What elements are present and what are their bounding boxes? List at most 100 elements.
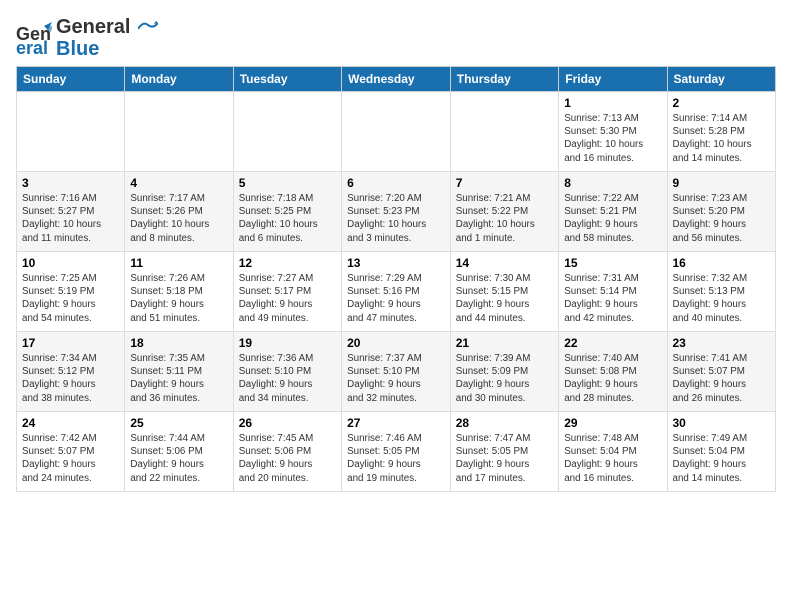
calendar-cell: 18 Sunrise: 7:35 AM Sunset: 5:11 PM Dayli…: [125, 332, 233, 412]
day-info: Sunrise: 7:39 AM Sunset: 5:09 PM Dayligh…: [456, 352, 553, 405]
day-info: Sunrise: 7:20 AM Sunset: 5:23 PM Dayligh…: [347, 192, 445, 245]
day-number: 21: [456, 336, 553, 350]
calendar-cell: 30Sunrise: 7:49 AM Sunset: 5:04 PM Dayli…: [667, 412, 776, 492]
col-header-wednesday: Wednesday: [342, 67, 451, 92]
calendar-week-1: 1 Sunrise: 7:13 AM Sunset: 5:30 PM Daylig…: [17, 92, 776, 172]
day-info: Sunrise: 7:47 AM Sunset: 5:05 PM Dayligh…: [456, 432, 553, 485]
calendar-cell: 4Sunrise: 7:17 AM Sunset: 5:26 PM Daylig…: [125, 172, 233, 252]
day-info: Sunrise: 7:40 AM Sunset: 5:08 PM Dayligh…: [564, 352, 661, 405]
day-number: 26: [239, 416, 336, 430]
col-header-tuesday: Tuesday: [233, 67, 341, 92]
calendar-week-4: 17 Sunrise: 7:34 AM Sunset: 5:12 PM Dayli…: [17, 332, 776, 412]
day-info: Sunrise: 7:23 AM Sunset: 5:20 PM Dayligh…: [673, 192, 771, 245]
day-number: 25: [130, 416, 227, 430]
calendar-cell: 9 Sunrise: 7:23 AM Sunset: 5:20 PM Daylig…: [667, 172, 776, 252]
day-number: 1: [564, 96, 661, 110]
calendar-cell: 7 Sunrise: 7:21 AM Sunset: 5:22 PM Daylig…: [450, 172, 558, 252]
day-number: 9: [673, 176, 771, 190]
logo-blue: Blue: [56, 38, 158, 60]
calendar-header-row: SundayMondayTuesdayWednesdayThursdayFrid…: [17, 67, 776, 92]
day-number: 27: [347, 416, 445, 430]
day-info: Sunrise: 7:48 AM Sunset: 5:04 PM Dayligh…: [564, 432, 661, 485]
calendar-cell: 13 Sunrise: 7:29 AM Sunset: 5:16 PM Dayli…: [342, 252, 451, 332]
day-number: 20: [347, 336, 445, 350]
calendar-cell: 23 Sunrise: 7:41 AM Sunset: 5:07 PM Dayli…: [667, 332, 776, 412]
col-header-monday: Monday: [125, 67, 233, 92]
day-number: 29: [564, 416, 661, 430]
calendar-cell: 17 Sunrise: 7:34 AM Sunset: 5:12 PM Dayli…: [17, 332, 125, 412]
day-info: Sunrise: 7:34 AM Sunset: 5:12 PM Dayligh…: [22, 352, 119, 405]
calendar-body: 1 Sunrise: 7:13 AM Sunset: 5:30 PM Daylig…: [17, 92, 776, 492]
logo-general: General: [56, 16, 158, 38]
day-number: 12: [239, 256, 336, 270]
day-info: Sunrise: 7:30 AM Sunset: 5:15 PM Dayligh…: [456, 272, 553, 325]
day-info: Sunrise: 7:29 AM Sunset: 5:16 PM Dayligh…: [347, 272, 445, 325]
day-info: Sunrise: 7:13 AM Sunset: 5:30 PM Dayligh…: [564, 112, 661, 165]
day-number: 6: [347, 176, 445, 190]
day-number: 10: [22, 256, 119, 270]
day-number: 11: [130, 256, 227, 270]
calendar-cell: 8Sunrise: 7:22 AM Sunset: 5:21 PM Daylig…: [559, 172, 667, 252]
calendar-cell: 15Sunrise: 7:31 AM Sunset: 5:14 PM Dayli…: [559, 252, 667, 332]
calendar-cell: 5Sunrise: 7:18 AM Sunset: 5:25 PM Daylig…: [233, 172, 341, 252]
day-number: 7: [456, 176, 553, 190]
calendar-cell: 27 Sunrise: 7:46 AM Sunset: 5:05 PM Dayli…: [342, 412, 451, 492]
calendar-week-2: 3 Sunrise: 7:16 AM Sunset: 5:27 PM Daylig…: [17, 172, 776, 252]
day-info: Sunrise: 7:46 AM Sunset: 5:05 PM Dayligh…: [347, 432, 445, 485]
calendar-cell: 6 Sunrise: 7:20 AM Sunset: 5:23 PM Daylig…: [342, 172, 451, 252]
day-info: Sunrise: 7:36 AM Sunset: 5:10 PM Dayligh…: [239, 352, 336, 405]
day-number: 13: [347, 256, 445, 270]
logo: Gen eral General Blue: [16, 16, 158, 60]
calendar-cell: 12 Sunrise: 7:27 AM Sunset: 5:17 PM Dayli…: [233, 252, 341, 332]
calendar-cell: 24 Sunrise: 7:42 AM Sunset: 5:07 PM Dayli…: [17, 412, 125, 492]
day-info: Sunrise: 7:25 AM Sunset: 5:19 PM Dayligh…: [22, 272, 119, 325]
col-header-sunday: Sunday: [17, 67, 125, 92]
day-info: Sunrise: 7:16 AM Sunset: 5:27 PM Dayligh…: [22, 192, 119, 245]
calendar-cell: 10 Sunrise: 7:25 AM Sunset: 5:19 PM Dayli…: [17, 252, 125, 332]
day-number: 17: [22, 336, 119, 350]
day-info: Sunrise: 7:14 AM Sunset: 5:28 PM Dayligh…: [673, 112, 771, 165]
day-info: Sunrise: 7:35 AM Sunset: 5:11 PM Dayligh…: [130, 352, 227, 405]
day-info: Sunrise: 7:41 AM Sunset: 5:07 PM Dayligh…: [673, 352, 771, 405]
calendar-cell: 2 Sunrise: 7:14 AM Sunset: 5:28 PM Daylig…: [667, 92, 776, 172]
day-number: 2: [673, 96, 771, 110]
calendar-week-3: 10 Sunrise: 7:25 AM Sunset: 5:19 PM Dayli…: [17, 252, 776, 332]
calendar-cell: [450, 92, 558, 172]
day-info: Sunrise: 7:42 AM Sunset: 5:07 PM Dayligh…: [22, 432, 119, 485]
day-number: 3: [22, 176, 119, 190]
calendar-cell: 14 Sunrise: 7:30 AM Sunset: 5:15 PM Dayli…: [450, 252, 558, 332]
day-info: Sunrise: 7:44 AM Sunset: 5:06 PM Dayligh…: [130, 432, 227, 485]
day-number: 24: [22, 416, 119, 430]
calendar-cell: 20 Sunrise: 7:37 AM Sunset: 5:10 PM Dayli…: [342, 332, 451, 412]
page-header: Gen eral General Blue: [16, 16, 776, 60]
day-number: 14: [456, 256, 553, 270]
col-header-thursday: Thursday: [450, 67, 558, 92]
day-number: 23: [673, 336, 771, 350]
calendar-cell: [233, 92, 341, 172]
calendar-cell: [342, 92, 451, 172]
calendar-cell: 22Sunrise: 7:40 AM Sunset: 5:08 PM Dayli…: [559, 332, 667, 412]
day-info: Sunrise: 7:27 AM Sunset: 5:17 PM Dayligh…: [239, 272, 336, 325]
day-number: 16: [673, 256, 771, 270]
calendar-cell: 28 Sunrise: 7:47 AM Sunset: 5:05 PM Dayli…: [450, 412, 558, 492]
calendar-week-5: 24 Sunrise: 7:42 AM Sunset: 5:07 PM Dayli…: [17, 412, 776, 492]
col-header-saturday: Saturday: [667, 67, 776, 92]
day-number: 19: [239, 336, 336, 350]
calendar-cell: 29 Sunrise: 7:48 AM Sunset: 5:04 PM Dayli…: [559, 412, 667, 492]
day-info: Sunrise: 7:37 AM Sunset: 5:10 PM Dayligh…: [347, 352, 445, 405]
calendar-cell: 3 Sunrise: 7:16 AM Sunset: 5:27 PM Daylig…: [17, 172, 125, 252]
day-info: Sunrise: 7:21 AM Sunset: 5:22 PM Dayligh…: [456, 192, 553, 245]
day-number: 8: [564, 176, 661, 190]
calendar-cell: [125, 92, 233, 172]
day-info: Sunrise: 7:45 AM Sunset: 5:06 PM Dayligh…: [239, 432, 336, 485]
day-info: Sunrise: 7:32 AM Sunset: 5:13 PM Dayligh…: [673, 272, 771, 325]
day-info: Sunrise: 7:18 AM Sunset: 5:25 PM Dayligh…: [239, 192, 336, 245]
day-number: 4: [130, 176, 227, 190]
day-number: 28: [456, 416, 553, 430]
col-header-friday: Friday: [559, 67, 667, 92]
day-number: 30: [673, 416, 771, 430]
day-number: 18: [130, 336, 227, 350]
calendar-table: SundayMondayTuesdayWednesdayThursdayFrid…: [16, 66, 776, 492]
day-info: Sunrise: 7:26 AM Sunset: 5:18 PM Dayligh…: [130, 272, 227, 325]
calendar-cell: 11 Sunrise: 7:26 AM Sunset: 5:18 PM Dayli…: [125, 252, 233, 332]
